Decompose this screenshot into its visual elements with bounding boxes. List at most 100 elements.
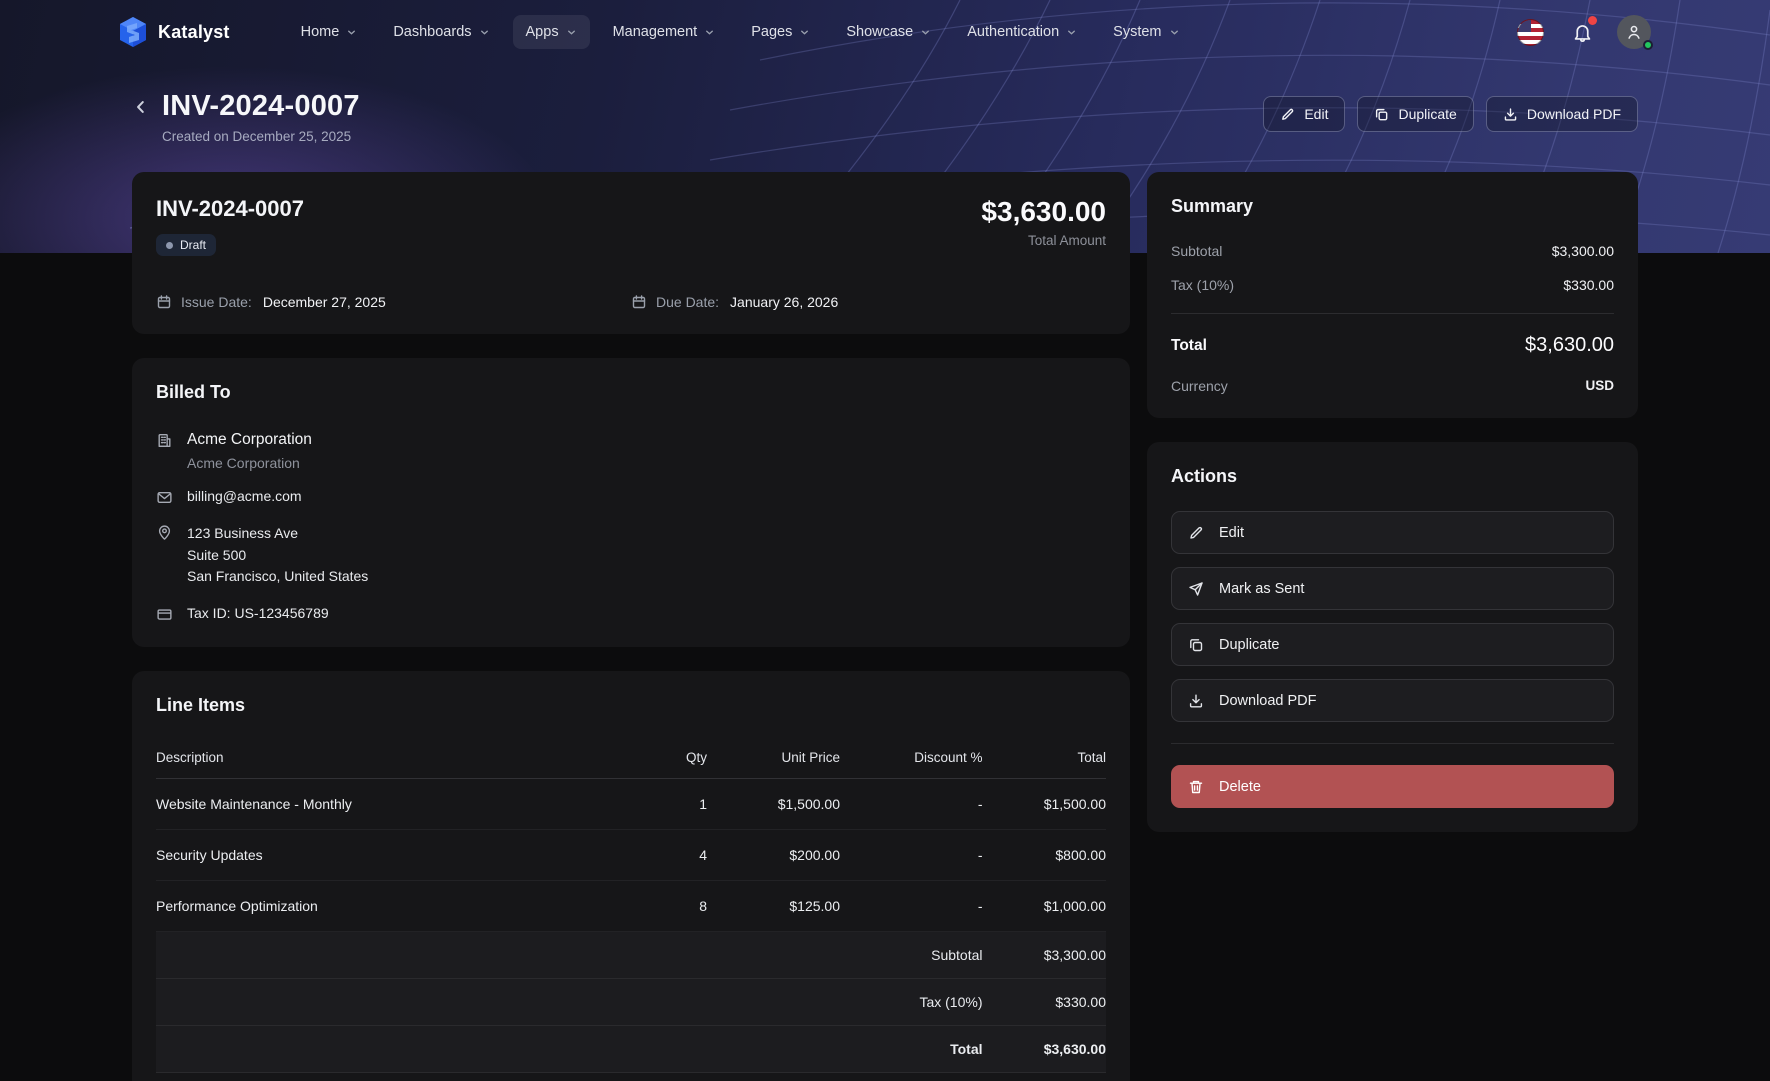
online-status-dot — [1643, 40, 1653, 50]
summary-tax-value: $330.00 — [1563, 277, 1614, 293]
column-header: Discount % — [840, 742, 983, 779]
button-label: Edit — [1304, 106, 1328, 122]
address-line2: Suite 500 — [187, 545, 368, 567]
table-row: Performance Optimization 8 $125.00 - $1,… — [156, 881, 1106, 932]
main-column: INV-2024-0007 Draft $3,630.00 Total Amou… — [132, 172, 1130, 1081]
summary-total-row: Total $3,630.00 — [1171, 334, 1614, 357]
download-icon — [1503, 107, 1518, 122]
copy-icon — [1374, 107, 1389, 122]
nav-item-pages[interactable]: Pages — [738, 15, 823, 49]
status-dot-icon — [166, 242, 173, 249]
column-header: Unit Price — [707, 742, 840, 779]
action-duplicate-button[interactable]: Duplicate — [1171, 623, 1614, 666]
copy-icon — [1188, 637, 1204, 653]
navbar-right — [1512, 14, 1652, 50]
subtotal-value: $3,300.00 — [983, 932, 1107, 979]
actions-card: Actions Edit Mark as Sent Duplicate — [1147, 442, 1638, 832]
notifications-button[interactable] — [1564, 14, 1600, 50]
katalyst-logo-icon — [118, 16, 148, 48]
chevron-down-icon — [704, 27, 715, 38]
notification-dot — [1588, 16, 1597, 25]
button-label: Duplicate — [1398, 106, 1456, 122]
divider — [1171, 743, 1614, 744]
nav-item-authentication[interactable]: Authentication — [954, 15, 1090, 49]
download-icon — [1188, 693, 1204, 709]
email-value: billing@acme.com — [187, 488, 302, 506]
company-name: Acme Corporation — [187, 431, 312, 449]
cell-total: $1,500.00 — [983, 779, 1107, 830]
language-flag-button[interactable] — [1512, 14, 1548, 50]
nav-label: Pages — [751, 24, 792, 40]
download-pdf-button[interactable]: Download PDF — [1486, 96, 1638, 132]
due-date-value: January 26, 2026 — [730, 294, 838, 310]
back-button[interactable] — [132, 98, 150, 144]
nav-label: Apps — [526, 24, 559, 40]
map-pin-icon — [156, 524, 173, 588]
summary-tax-label: Tax (10%) — [1171, 277, 1234, 293]
action-label: Download PDF — [1219, 693, 1317, 709]
action-mark-as-sent-button[interactable]: Mark as Sent — [1171, 567, 1614, 610]
nav-item-apps[interactable]: Apps — [513, 15, 590, 49]
cell-qty: 8 — [650, 881, 707, 932]
duplicate-button[interactable]: Duplicate — [1357, 96, 1473, 132]
cell-description: Performance Optimization — [156, 881, 650, 932]
company-row: Acme Corporation Acme Corporation — [156, 431, 1106, 471]
edit-button[interactable]: Edit — [1263, 96, 1345, 132]
us-flag-icon — [1517, 19, 1544, 46]
total-label: Total — [156, 1026, 983, 1073]
email-row: billing@acme.com — [156, 488, 1106, 506]
calendar-icon — [631, 294, 647, 310]
nav-menu: Home Dashboards Apps Management Pages Sh… — [288, 15, 1512, 49]
cell-total: $800.00 — [983, 830, 1107, 881]
action-delete-button[interactable]: Delete — [1171, 765, 1614, 808]
nav-item-showcase[interactable]: Showcase — [833, 15, 944, 49]
nav-item-home[interactable]: Home — [288, 15, 371, 49]
chevron-down-icon — [346, 27, 357, 38]
action-edit-button[interactable]: Edit — [1171, 511, 1614, 554]
brand[interactable]: Katalyst — [118, 16, 230, 48]
mail-icon — [156, 489, 173, 506]
invoice-header-card: INV-2024-0007 Draft $3,630.00 Total Amou… — [132, 172, 1130, 334]
cell-unit-price: $125.00 — [707, 881, 840, 932]
subtotal-row: Subtotal $3,300.00 — [156, 932, 1106, 979]
table-row: Security Updates 4 $200.00 - $800.00 — [156, 830, 1106, 881]
chevron-down-icon — [799, 27, 810, 38]
total-row: Total $3,630.00 — [156, 1026, 1106, 1073]
summary-currency-row: Currency USD — [1171, 378, 1614, 394]
credit-card-icon — [156, 606, 173, 623]
action-download-pdf-button[interactable]: Download PDF — [1171, 679, 1614, 722]
user-menu-button[interactable] — [1616, 14, 1652, 50]
nav-label: Showcase — [846, 24, 913, 40]
action-label: Mark as Sent — [1219, 581, 1304, 597]
total-amount-value: $3,630.00 — [981, 196, 1106, 228]
page-subtitle: Created on December 25, 2025 — [162, 129, 360, 144]
billed-to-card: Billed To Acme Corporation Acme Corporat… — [132, 358, 1130, 647]
issue-date-group: Issue Date: December 27, 2025 — [156, 294, 631, 310]
company-secondary: Acme Corporation — [187, 455, 312, 471]
column-header: Total — [983, 742, 1107, 779]
summary-total-value: $3,630.00 — [1525, 334, 1614, 357]
table-row: Website Maintenance - Monthly 1 $1,500.0… — [156, 779, 1106, 830]
nav-label: System — [1113, 24, 1161, 40]
cell-qty: 4 — [650, 830, 707, 881]
cell-total: $1,000.00 — [983, 881, 1107, 932]
brand-name: Katalyst — [158, 22, 230, 43]
summary-tax-row: Tax (10%) $330.00 — [1171, 277, 1614, 293]
chevron-down-icon — [479, 27, 490, 38]
top-navbar: Katalyst Home Dashboards Apps Management… — [0, 0, 1770, 64]
line-items-title: Line Items — [156, 695, 1106, 716]
cell-discount: - — [840, 830, 983, 881]
issue-date-label: Issue Date: — [181, 294, 252, 310]
cell-description: Security Updates — [156, 830, 650, 881]
nav-label: Home — [301, 24, 340, 40]
nav-item-management[interactable]: Management — [600, 15, 729, 49]
building-icon — [156, 432, 173, 471]
issue-date-value: December 27, 2025 — [263, 294, 386, 310]
nav-item-dashboards[interactable]: Dashboards — [380, 15, 502, 49]
tax-value: $330.00 — [983, 979, 1107, 1026]
line-items-card: Line Items Description Qty Unit Price Di… — [132, 671, 1130, 1081]
send-icon — [1188, 581, 1204, 597]
nav-item-system[interactable]: System — [1100, 15, 1192, 49]
action-label: Duplicate — [1219, 637, 1279, 653]
due-date-label: Due Date: — [656, 294, 719, 310]
